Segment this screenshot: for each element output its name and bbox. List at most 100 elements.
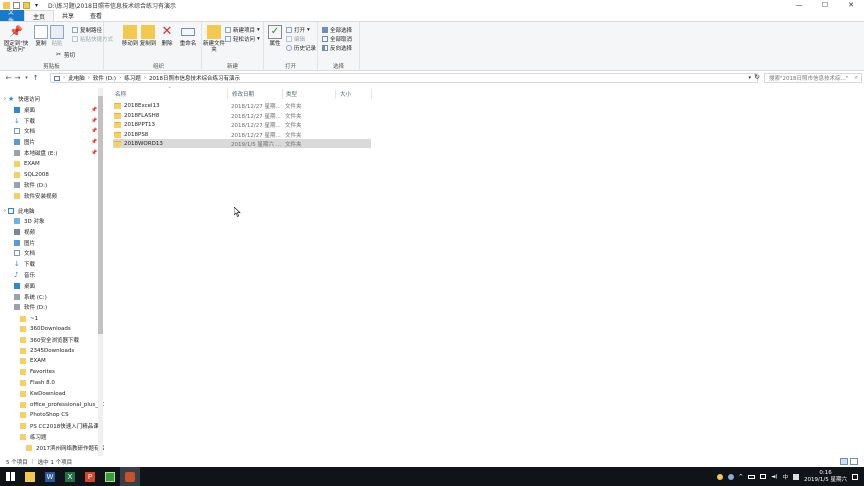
nav-folder-flash8[interactable]: Flash 8.0 bbox=[20, 378, 55, 388]
edit-button[interactable]: 编辑 bbox=[286, 35, 305, 43]
history-button[interactable]: 历史记录 bbox=[286, 44, 316, 52]
paste-shortcut-button[interactable]: 粘贴快捷方式 bbox=[72, 35, 113, 43]
column-separator[interactable] bbox=[371, 89, 372, 99]
nav-folder-office[interactable]: office_professional_plus_20 bbox=[20, 400, 104, 410]
nav-folder-photoshop[interactable]: PhotoShop CS bbox=[20, 410, 69, 420]
network-icon[interactable] bbox=[760, 474, 767, 479]
battery-icon[interactable] bbox=[748, 474, 756, 479]
taskbar-excel[interactable]: X bbox=[60, 467, 80, 486]
pin-icon[interactable]: 📌 bbox=[91, 107, 97, 113]
nav-folder-favorites[interactable]: Favorites bbox=[20, 367, 55, 377]
nav-music[interactable]: ♪ 音乐 bbox=[14, 270, 35, 280]
nav-3d-objects[interactable]: 3D 对象 bbox=[14, 216, 44, 226]
taskbar-word[interactable]: W bbox=[40, 467, 60, 486]
up-button[interactable]: ↑ bbox=[31, 73, 40, 83]
customize-quick-access-icon[interactable]: ▾ bbox=[33, 2, 40, 9]
nav-drive-e[interactable]: 本地磁盘 (E:) bbox=[14, 148, 57, 158]
nav-folder-ps-course[interactable]: PS CC2018快速入门精品课 bbox=[20, 421, 99, 431]
nav-pc-documents[interactable]: 文档 bbox=[14, 248, 35, 258]
close-button[interactable]: ✕ bbox=[838, 0, 864, 10]
delete-button[interactable]: ✕ 删除 bbox=[159, 25, 175, 48]
maximize-button[interactable]: ☐ bbox=[812, 0, 838, 10]
nav-drive-d-quick[interactable]: 软件 (D:) bbox=[14, 180, 47, 190]
nav-pc-downloads[interactable]: ↓ 下载 bbox=[14, 259, 35, 269]
rename-button[interactable]: 重命名 bbox=[177, 25, 199, 47]
minimize-button[interactable]: — bbox=[786, 0, 812, 10]
file-row-selected[interactable]: 2018WORD13 2019/1/5 星期六 ... 文件夹 bbox=[113, 139, 371, 148]
nav-folder-360browser[interactable]: 360安全浏览器下载 bbox=[20, 335, 79, 345]
column-separator[interactable] bbox=[335, 89, 336, 99]
address-dropdown-icon[interactable]: ▾ bbox=[748, 75, 751, 81]
pin-icon[interactable]: 📌 bbox=[91, 118, 97, 124]
nav-pictures[interactable]: 图片 bbox=[14, 137, 35, 147]
address-input[interactable]: › 此电脑 › 软件 (D:) › 练习题 › 2018日照市信息技术综合练习有… bbox=[50, 73, 758, 83]
breadcrumb-exercises[interactable]: 练习题 bbox=[124, 74, 141, 82]
pin-quick-access-button[interactable]: 📌 固定到"快速访问" bbox=[2, 25, 30, 53]
nav-pc-desktop[interactable]: 桌面 bbox=[14, 281, 35, 291]
nav-pc-pictures[interactable]: 图片 bbox=[14, 238, 35, 248]
file-row[interactable]: 2018PPT13 2018/12/27 星期... 文件夹 bbox=[113, 120, 371, 129]
file-row[interactable]: 2018Excel13 2018/12/27 星期... 文件夹 bbox=[113, 101, 371, 110]
clock[interactable]: 0:16 2019/1/5 星期六 bbox=[804, 470, 847, 484]
input-method-icon[interactable]: 中 bbox=[783, 473, 789, 481]
tab-share[interactable]: 共享 bbox=[54, 10, 82, 21]
notification-center-icon[interactable] bbox=[852, 473, 858, 480]
tray-app-icon[interactable] bbox=[727, 473, 734, 480]
new-folder-button[interactable]: 新建文件夹 bbox=[203, 25, 225, 53]
nav-folder-exam[interactable]: EXAM bbox=[20, 356, 46, 366]
recent-locations-button[interactable]: ▾ bbox=[22, 73, 31, 83]
nav-this-pc[interactable]: › 此电脑 bbox=[4, 206, 35, 216]
nav-drive-d[interactable]: 软件 (D:) bbox=[14, 302, 47, 312]
new-item-button[interactable]: 新建项目 ▾ bbox=[225, 26, 260, 34]
select-none-button[interactable]: 全部取消 bbox=[322, 35, 352, 43]
taskbar-explorer[interactable] bbox=[20, 467, 40, 486]
start-button[interactable] bbox=[0, 467, 20, 486]
nav-install-videos[interactable]: 软件安装视频 bbox=[14, 191, 57, 201]
column-header-date[interactable]: 修改日期 bbox=[232, 89, 254, 99]
tray-app-icon[interactable] bbox=[716, 473, 723, 480]
tab-home[interactable]: 主页 bbox=[24, 10, 55, 21]
cut-button[interactable]: ✂ 剪切 bbox=[56, 51, 75, 60]
nav-folder-2345downloads[interactable]: 2345Downloads bbox=[20, 346, 74, 356]
nav-exam[interactable]: EXAM bbox=[14, 159, 40, 169]
volume-icon[interactable]: ◄) bbox=[771, 474, 777, 480]
nav-sql2008[interactable]: SQL2008 bbox=[14, 170, 49, 180]
nav-folder-exercises[interactable]: 练习题 bbox=[20, 432, 47, 442]
invert-selection-button[interactable]: 反向选择 bbox=[322, 44, 352, 52]
details-view-icon[interactable] bbox=[840, 458, 848, 465]
forward-button[interactable]: → bbox=[13, 73, 22, 83]
nav-drive-c[interactable]: 系统 (C:) bbox=[14, 292, 47, 302]
back-button[interactable]: ← bbox=[4, 73, 13, 83]
pin-icon[interactable]: 📌 bbox=[91, 150, 97, 156]
breadcrumb-current-folder[interactable]: 2018日照市信息技术综合练习有演示 bbox=[149, 74, 240, 82]
taskbar-camtasia[interactable] bbox=[100, 467, 120, 486]
taskbar-powerpoint[interactable]: P bbox=[80, 467, 100, 486]
search-input[interactable]: 搜索"2018日照市信息技术综..." ⌕ bbox=[764, 73, 862, 83]
taskbar-recorder[interactable] bbox=[120, 467, 140, 486]
copy-path-button[interactable]: 复制路径 bbox=[72, 26, 102, 34]
nav-scrollbar-thumb[interactable] bbox=[98, 96, 103, 334]
refresh-button[interactable]: ↻ bbox=[752, 73, 762, 83]
properties-button[interactable]: ✓ 属性 bbox=[264, 25, 286, 47]
column-header-name[interactable]: 名称 bbox=[115, 89, 126, 99]
nav-documents[interactable]: 文档 bbox=[14, 126, 35, 136]
large-icons-view-icon[interactable] bbox=[850, 458, 858, 465]
column-separator[interactable] bbox=[227, 89, 228, 99]
nav-quick-access[interactable]: › ★ 快速访问 bbox=[4, 94, 40, 104]
paste-button[interactable]: 粘贴 bbox=[46, 25, 68, 47]
open-button[interactable]: 打开 ▾ bbox=[286, 26, 310, 34]
pin-icon[interactable]: 📌 bbox=[91, 128, 97, 134]
tray-app-icon[interactable] bbox=[793, 473, 800, 480]
select-all-button[interactable]: 全部选择 bbox=[322, 26, 352, 34]
nav-folder-360downloads[interactable]: 360Downloads bbox=[20, 324, 71, 334]
breadcrumb-this-pc[interactable]: 此电脑 bbox=[68, 74, 85, 82]
nav-folder-tilde1[interactable]: ~1 bbox=[20, 314, 38, 324]
tab-file[interactable]: 文件 bbox=[0, 9, 24, 25]
show-hidden-icons-icon[interactable]: ^ bbox=[739, 474, 744, 480]
new-folder-quick-icon[interactable] bbox=[23, 1, 30, 9]
easy-access-button[interactable]: 轻松访问 ▾ bbox=[225, 35, 260, 43]
tab-view[interactable]: 查看 bbox=[82, 10, 110, 21]
column-header-size[interactable]: 大小 bbox=[340, 89, 351, 99]
nav-folder-kwdownload[interactable]: KwDownload bbox=[20, 389, 65, 399]
pin-icon[interactable]: 📌 bbox=[91, 139, 97, 145]
